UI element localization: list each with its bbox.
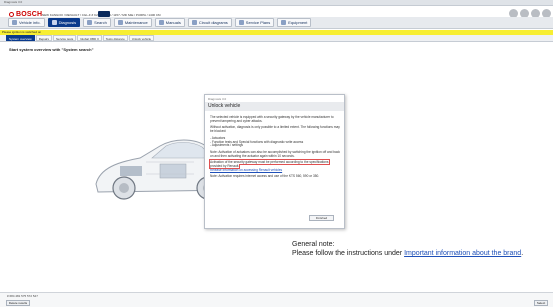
maintenance-icon [117,20,123,25]
dialog-paragraph: Note: Activation of actuators can also b… [210,149,340,158]
dialog-paragraph: - Actuators - Function tests and Special… [210,135,304,148]
tab-unlock-vehicle[interactable]: Unlock vehicle [128,35,155,41]
search-button[interactable]: Search [83,18,111,27]
diagnosis-tabs: System overview Repairs Service tests Gl… [0,35,553,42]
general-note: General note: Please follow the instruct… [292,240,553,258]
car-info-icon [12,20,17,25]
equipment-button[interactable]: Equipment [277,18,312,27]
circuit-diagrams-button[interactable]: Circuit diagrams [187,18,232,27]
dialog-paragraph: Without activation, diagnosis is only po… [210,125,340,134]
unlock-vehicle-dialog: Diagnosis 3.0 Unlock vehicle The selecte… [204,94,345,229]
tab-service-tests[interactable]: Service tests [53,35,77,41]
highlighted-text: Activation of the security gateway must … [209,159,330,170]
search-icon [87,20,93,25]
dialog-heading: Unlock vehicle [205,102,344,111]
service-plan-icon [238,20,244,25]
highlighted-paragraph: Activation of the security gateway must … [209,159,341,173]
window-title: Diagnosis 3.0 [4,0,23,4]
dialog-body: The selected vehicle is equipped with a … [209,115,341,182]
session-id: # 684 481 575 572 547 [7,294,38,298]
select-button[interactable]: Select [534,300,548,306]
manuals-button[interactable]: Manuals [154,18,185,27]
note-heading: General note: [292,241,335,248]
dialog-footnote: Note: Activation requires internet acces… [210,174,320,179]
maintenance-button[interactable]: Maintenance [113,18,152,27]
manuals-icon [158,20,164,25]
dialog-window-title: Diagnosis 3.0 [208,97,227,101]
service-plans-button[interactable]: Service Plans [234,18,275,27]
app-header: BOSCH NEW KANGOO / RENAULT / CGL-F # K21… [0,6,553,18]
renault-release-link[interactable]: Release information on accessing Renault… [210,168,341,173]
vehicle-info-button[interactable]: Vehicle info. [8,18,45,27]
brand-info-link[interactable]: Important information about the brand [404,250,521,257]
finished-button[interactable]: Finished [309,215,334,221]
circuit-icon [191,20,197,25]
dialog-paragraph: The selected vehicle is equipped with a … [210,115,334,123]
tab-tests-distance[interactable]: Tests distance [102,35,128,41]
tab-system-overview[interactable]: System overview [6,35,35,41]
start-system-overview-text: Start system overview with "System searc… [9,47,94,52]
note-text: Please follow the instructions under Imp… [292,250,524,257]
diagnosis-icon [51,20,57,25]
tab-repairs[interactable]: Repairs [35,35,53,41]
diagnosis-button[interactable]: Diagnosis [47,18,81,27]
equipment-icon [281,20,287,25]
main-toolbar: Vehicle info. Diagnosis Search Maintenan… [0,17,553,29]
tab-global-obd[interactable]: Global OBD II [77,35,102,41]
delete-results-button[interactable]: Delete results [6,300,30,306]
status-bar: # 684 481 575 572 547 Delete results Sel… [0,292,553,307]
